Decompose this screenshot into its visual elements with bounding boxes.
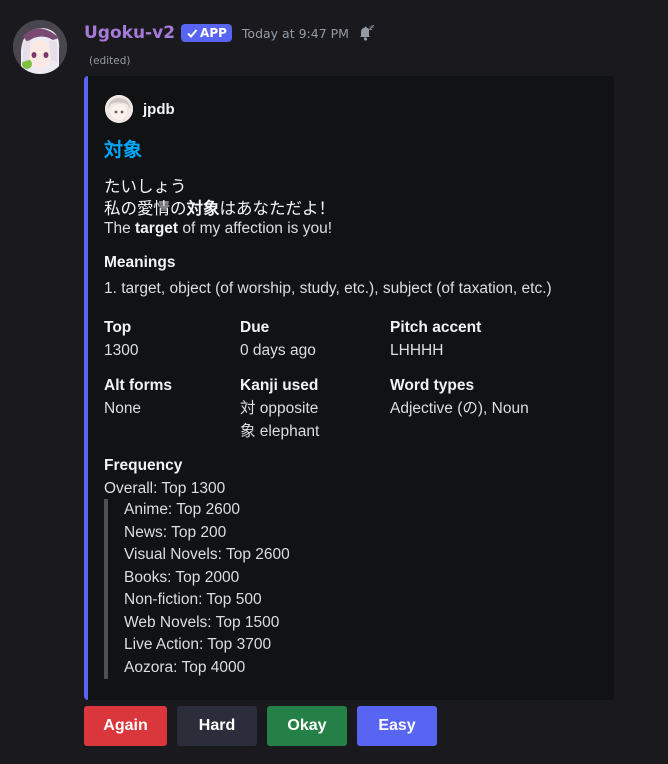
again-button[interactable]: Again: [84, 706, 167, 746]
frequency-item: Non-fiction: Top 500: [124, 591, 262, 608]
frequency-item: Anime: Top 2600: [124, 501, 241, 518]
meanings-value: 1. target, object (of worship, study, et…: [104, 280, 552, 297]
frequency-item: Live Action: Top 3700: [124, 636, 272, 653]
edited-indicator: (edited): [89, 55, 131, 67]
app-badge: APP: [181, 24, 232, 42]
kanji-used-label: Kanji used: [240, 377, 319, 394]
okay-button[interactable]: Okay: [267, 706, 347, 746]
due-value: 0 days ago: [240, 342, 316, 359]
author-avatar: [105, 95, 133, 123]
example-sentence-jp: 私の愛情の対象はあなただよ！: [104, 200, 335, 218]
frequency-overall: Overall: Top 1300: [104, 480, 226, 497]
frequency-item: Aozora: Top 4000: [124, 658, 246, 676]
embed-author: jpdb: [105, 95, 175, 123]
checkmark-icon: [187, 29, 198, 38]
easy-button[interactable]: Easy: [357, 706, 437, 746]
kanji-used-value: 対 opposite 象 elephant: [240, 398, 319, 443]
jpdb-embed: jpdb 対象 たいしょう 私の愛情の対象はあなただよ！ The target …: [84, 76, 614, 700]
alt-forms-label: Alt forms: [104, 377, 173, 394]
kanji-line: 対 opposite: [240, 400, 319, 417]
hard-button[interactable]: Hard: [177, 706, 257, 746]
word-types-label: Word types: [390, 377, 475, 394]
meanings-label: Meanings: [104, 254, 176, 271]
pitch-accent-value: LHHHH: [390, 342, 444, 359]
jpdb-avatar-icon: [105, 95, 133, 123]
user-avatar[interactable]: [13, 20, 67, 74]
author-name[interactable]: jpdb: [143, 101, 175, 118]
frequency-item: Visual Novels: Top 2600: [124, 546, 290, 563]
timestamp[interactable]: Today at 9:47 PM: [242, 26, 349, 41]
frequency-item: Web Novels: Top 1500: [124, 613, 280, 631]
frequency-item: Books: Top 2000: [124, 568, 240, 586]
frequency-label: Frequency: [104, 457, 183, 474]
pitch-accent-label: Pitch accent: [390, 319, 482, 336]
svg-text:z: z: [371, 25, 374, 30]
top-label: Top: [104, 319, 132, 336]
alt-forms-value: None: [104, 400, 142, 417]
example-sentence-en: The target of my affection is you!: [104, 220, 333, 237]
frequency-breakdown: Anime: Top 2600 News: Top 200 Visual Nov…: [104, 499, 404, 679]
word-reading: たいしょう: [104, 178, 187, 196]
badge-label: APP: [200, 26, 227, 40]
top-value: 1300: [104, 342, 139, 359]
message-header: Ugoku-v2 APP Today at 9:47 PM z z: [84, 20, 375, 46]
username[interactable]: Ugoku-v2: [84, 23, 175, 43]
bell-snooze-icon: z z: [359, 25, 374, 41]
anime-girl-avatar-icon: [13, 20, 67, 74]
due-label: Due: [240, 319, 270, 336]
frequency-item: News: Top 200: [124, 523, 227, 541]
embed-title[interactable]: 対象: [104, 135, 142, 162]
kanji-line: 象 elephant: [240, 422, 320, 440]
word-types-value: Adjective (の), Noun: [390, 400, 529, 417]
